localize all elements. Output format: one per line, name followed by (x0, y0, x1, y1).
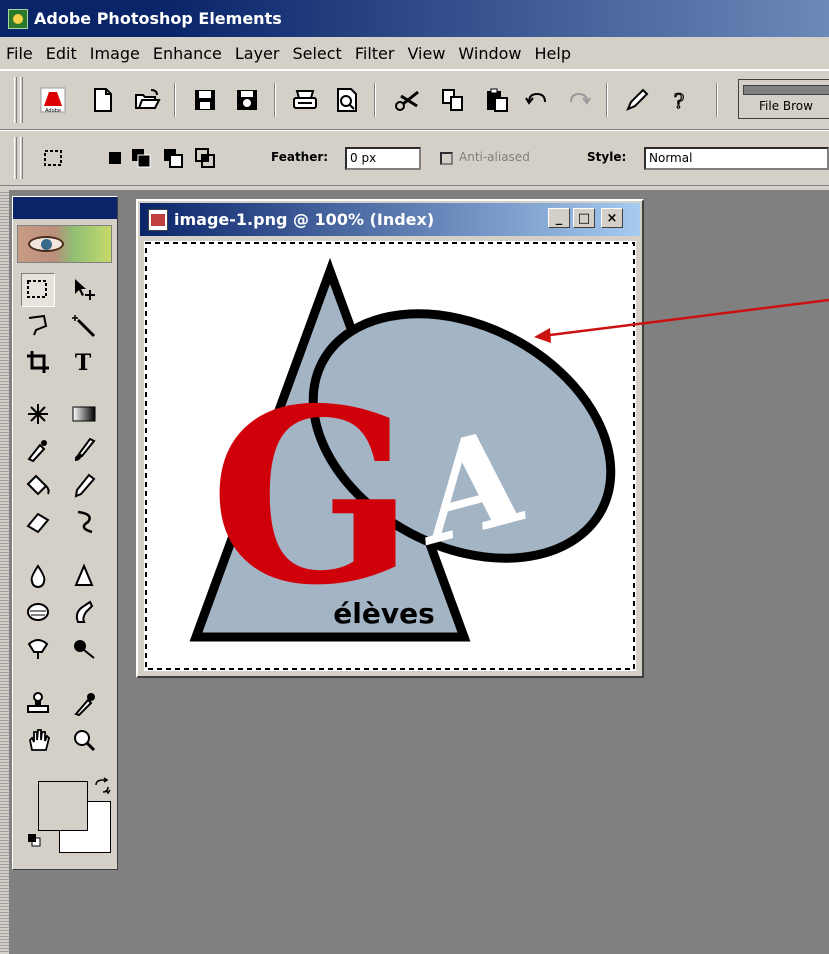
elements-eye-logo[interactable] (17, 225, 112, 263)
selection-brush-tool-icon[interactable] (67, 631, 101, 665)
print-icon[interactable] (288, 83, 322, 117)
impressionist-brush-tool-icon[interactable] (67, 505, 101, 539)
menu-window[interactable]: Window (458, 44, 521, 63)
file-browser-label: File Brow (759, 99, 813, 113)
logo-letter-g: G (210, 356, 415, 638)
options-grip[interactable] (14, 137, 17, 179)
sponge-tool-icon[interactable] (21, 595, 55, 629)
cut-icon[interactable] (390, 83, 424, 117)
style-label: Style: (587, 150, 627, 164)
anti-aliased-label: Anti-aliased (459, 150, 530, 164)
lasso-tool-icon[interactable] (21, 309, 55, 343)
document-title: image-1.png @ 100% (Index) (174, 210, 435, 229)
feather-input[interactable]: 0 px (345, 147, 421, 170)
toolbar-grip[interactable] (14, 77, 17, 123)
type-tool-icon[interactable]: T (67, 345, 101, 379)
menu-edit[interactable]: Edit (46, 44, 77, 63)
menu-layer[interactable]: Layer (235, 44, 280, 63)
main-toolbar: Adobe ? File Brow (0, 70, 829, 130)
help-icon[interactable]: ? (662, 83, 696, 117)
document-window: image-1.png @ 100% (Index) _ □ × G A élè… (136, 199, 644, 678)
svg-text:T: T (75, 350, 92, 376)
adobe-online-icon[interactable]: Adobe (36, 83, 70, 117)
intersect-selection-icon[interactable] (188, 141, 222, 175)
eraser-tool-icon[interactable] (21, 505, 55, 539)
style-select[interactable]: Normal (644, 147, 829, 170)
red-eye-brush-tool-icon[interactable] (21, 433, 55, 467)
svg-text:Adobe: Adobe (45, 108, 61, 114)
toolbox: T (12, 196, 118, 870)
dock-edge (0, 190, 9, 954)
menu-select[interactable]: Select (292, 44, 341, 63)
menu-bar: File Edit Image Enhance Layer Select Fil… (0, 37, 829, 70)
save-icon[interactable] (188, 83, 222, 117)
minimize-button[interactable]: _ (548, 208, 570, 228)
shape-burst-tool-icon[interactable] (21, 397, 55, 431)
toolbar-grip[interactable] (20, 77, 23, 123)
rectangular-marquee-tool-icon[interactable] (21, 273, 55, 307)
brush-tool-icon[interactable] (67, 433, 101, 467)
clone-stamp-tool-icon[interactable] (21, 687, 55, 721)
copy-icon[interactable] (436, 83, 470, 117)
menu-help[interactable]: Help (535, 44, 571, 63)
feather-label: Feather: (271, 150, 329, 164)
move-tool-icon[interactable] (67, 273, 101, 307)
blur-tool-icon[interactable] (21, 559, 55, 593)
menu-view[interactable]: View (407, 44, 445, 63)
undo-icon[interactable] (520, 83, 554, 117)
paste-icon[interactable] (480, 83, 514, 117)
logo-text-eleves: élèves (333, 597, 435, 630)
paint-bucket-tool-icon[interactable] (21, 469, 55, 503)
edit-pencil-icon[interactable] (620, 83, 654, 117)
foreground-color-swatch[interactable] (38, 781, 88, 831)
app-title-bar[interactable]: Adobe Photoshop Elements (0, 0, 829, 37)
swap-colors-icon[interactable] (93, 777, 111, 795)
new-file-icon[interactable] (86, 83, 120, 117)
zoom-tool-icon[interactable] (67, 723, 101, 757)
svg-text:?: ? (674, 89, 685, 113)
hand-tool-icon[interactable] (21, 723, 55, 757)
smudge-tool-icon[interactable] (67, 595, 101, 629)
close-button[interactable]: × (601, 208, 623, 228)
toolbox-title-bar[interactable] (13, 197, 117, 219)
magic-wand-tool-icon[interactable] (67, 309, 101, 343)
gradient-tool-icon[interactable] (67, 397, 101, 431)
file-browser-button[interactable]: File Brow (738, 79, 829, 119)
dodge-burn-tool-icon[interactable] (21, 631, 55, 665)
menu-enhance[interactable]: Enhance (153, 44, 222, 63)
pencil-tool-icon[interactable] (67, 469, 101, 503)
rect-marquee-option-icon[interactable] (36, 141, 70, 175)
anti-aliased-checkbox[interactable] (440, 152, 453, 165)
print-preview-icon[interactable] (330, 83, 364, 117)
subtract-from-selection-icon[interactable] (156, 141, 190, 175)
menu-filter[interactable]: Filter (355, 44, 395, 63)
menu-file[interactable]: File (6, 44, 33, 63)
add-to-selection-icon[interactable] (124, 141, 158, 175)
red-arrow-annotation (534, 298, 829, 343)
eyedropper-tool-icon[interactable] (67, 687, 101, 721)
save-for-web-icon[interactable] (230, 83, 264, 117)
open-folder-icon[interactable] (130, 83, 164, 117)
menu-image[interactable]: Image (90, 44, 140, 63)
default-colors-icon[interactable] (27, 833, 41, 847)
app-title: Adobe Photoshop Elements (34, 9, 282, 28)
maximize-button[interactable]: □ (573, 208, 595, 228)
redo-icon[interactable] (562, 83, 596, 117)
crop-tool-icon[interactable] (21, 345, 55, 379)
options-bar: Feather: 0 px Anti-aliased Style: Normal (0, 130, 829, 186)
photoshop-elements-icon (8, 8, 28, 29)
sharpen-tool-icon[interactable] (67, 559, 101, 593)
options-grip[interactable] (20, 137, 23, 179)
document-icon (148, 208, 168, 231)
